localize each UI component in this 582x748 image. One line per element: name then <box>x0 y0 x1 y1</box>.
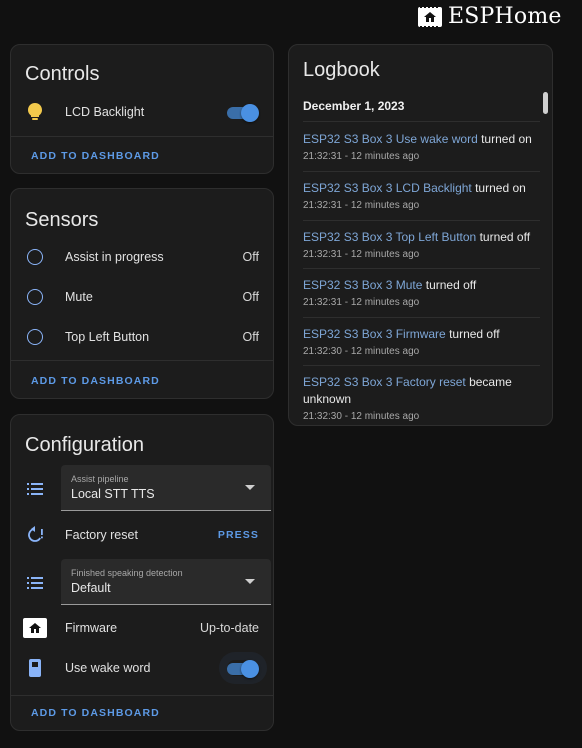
chevron-down-icon <box>245 579 255 584</box>
logbook-title: Logbook <box>303 59 380 81</box>
configuration-card: Configuration Assist pipeline Local STT … <box>10 414 274 731</box>
lcd-backlight-label: LCD Backlight <box>65 105 145 119</box>
logbook-entry: ESP32 S3 Box 3 Top Left Button turned of… <box>303 229 538 260</box>
finished-speaking-detection-select[interactable]: Finished speaking detection Default <box>61 559 271 605</box>
press-button[interactable]: PRESS <box>218 529 259 541</box>
firmware-label: Firmware <box>65 621 118 635</box>
sensor-row-assist-in-progress[interactable]: Assist in progress Off <box>11 237 273 277</box>
logbook-entry: ESP32 S3 Box 3 Firmware turned off 21:32… <box>303 326 538 357</box>
logbook-time: 21:32:30 - 12 minutes ago <box>303 346 420 357</box>
sensor-value: Off <box>242 250 259 264</box>
select-value: Local STT TTS <box>71 487 155 501</box>
logbook-entry: ESP32 S3 Box 3 Factory reset became unkn… <box>303 374 538 422</box>
logbook-scrollbar[interactable] <box>543 92 548 114</box>
controls-card: Controls LCD Backlight ADD TO DASHBOARD <box>10 44 274 174</box>
divider <box>303 268 540 269</box>
logbook-time: 21:32:31 - 12 minutes ago <box>303 200 420 211</box>
use-wake-word-label: Use wake word <box>65 661 151 675</box>
sensor-label: Top Left Button <box>65 330 150 344</box>
divider <box>303 317 540 318</box>
sensor-label: Assist in progress <box>65 250 164 264</box>
divider <box>11 695 273 696</box>
divider <box>303 171 540 172</box>
logbook-entry: ESP32 S3 Box 3 Use wake word turned on 2… <box>303 131 538 162</box>
divider <box>11 360 273 361</box>
chevron-down-icon <box>245 485 255 490</box>
logbook-entity-link[interactable]: ESP32 S3 Box 3 Firmware <box>303 327 446 341</box>
use-wake-word-row[interactable]: Use wake word <box>11 648 273 688</box>
logbook-time: 21:32:31 - 12 minutes ago <box>303 297 420 308</box>
factory-reset-row: Factory reset PRESS <box>11 515 273 555</box>
divider <box>303 365 540 366</box>
logbook-message: turned on <box>471 181 526 195</box>
divider <box>303 121 540 122</box>
use-wake-word-toggle[interactable] <box>227 660 259 678</box>
logbook-entity-link[interactable]: ESP32 S3 Box 3 Mute <box>303 278 422 292</box>
esphome-chip-icon <box>22 618 48 638</box>
divider <box>11 136 273 137</box>
sensors-card: Sensors Assist in progress Off Mute Off … <box>10 188 274 399</box>
logbook-entity-link[interactable]: ESP32 S3 Box 3 Top Left Button <box>303 230 476 244</box>
logbook-message: turned off <box>422 278 477 292</box>
sensor-row-top-left-button[interactable]: Top Left Button Off <box>11 317 273 357</box>
circle-outline-icon <box>25 287 45 307</box>
format-list-bulleted-icon <box>25 479 45 499</box>
assist-pipeline-select[interactable]: Assist pipeline Local STT TTS <box>61 465 271 511</box>
add-to-dashboard-button[interactable]: ADD TO DASHBOARD <box>31 375 160 387</box>
brand-name: ESPHome <box>448 4 562 29</box>
add-to-dashboard-button[interactable]: ADD TO DASHBOARD <box>31 707 160 719</box>
logbook-entity-link[interactable]: ESP32 S3 Box 3 Use wake word <box>303 132 478 146</box>
esphome-chip-icon <box>418 5 442 28</box>
select-label: Finished speaking detection <box>71 568 183 578</box>
logbook-entity-link[interactable]: ESP32 S3 Box 3 Factory reset <box>303 375 466 389</box>
logbook-message: turned off <box>445 327 500 341</box>
select-value: Default <box>71 581 111 595</box>
sensor-value: Off <box>242 330 259 344</box>
configuration-title: Configuration <box>25 434 144 456</box>
sensors-title: Sensors <box>25 209 99 231</box>
logbook-date: December 1, 2023 <box>303 99 405 113</box>
logbook-message: turned off <box>476 230 531 244</box>
logbook-message: turned on <box>477 132 532 146</box>
add-to-dashboard-button[interactable]: ADD TO DASHBOARD <box>31 150 160 162</box>
sensor-row-mute[interactable]: Mute Off <box>11 277 273 317</box>
logbook-entity-link[interactable]: ESP32 S3 Box 3 LCD Backlight <box>303 181 472 195</box>
lcd-backlight-toggle[interactable] <box>227 104 259 122</box>
esphome-brand: ESPHome <box>418 4 562 29</box>
lightbulb-icon <box>25 102 45 122</box>
firmware-row[interactable]: Firmware Up-to-date <box>11 608 273 648</box>
factory-reset-label: Factory reset <box>65 528 138 542</box>
divider <box>303 220 540 221</box>
circle-outline-icon <box>25 327 45 347</box>
logbook-card: Logbook December 1, 2023 ESP32 S3 Box 3 … <box>288 44 553 426</box>
logbook-time: 21:32:30 - 12 minutes ago <box>303 411 420 422</box>
logbook-time: 21:32:31 - 12 minutes ago <box>303 249 420 260</box>
circle-outline-icon <box>25 247 45 267</box>
logbook-entry: ESP32 S3 Box 3 Mute turned off 21:32:31 … <box>303 277 538 308</box>
restart-alert-icon <box>25 525 45 545</box>
sensor-label: Mute <box>65 290 93 304</box>
logbook-entry: ESP32 S3 Box 3 LCD Backlight turned on 2… <box>303 180 538 211</box>
cellphone-icon <box>25 658 45 678</box>
controls-title: Controls <box>25 63 100 85</box>
firmware-status: Up-to-date <box>199 621 259 635</box>
logbook-time: 21:32:31 - 12 minutes ago <box>303 151 420 162</box>
select-label: Assist pipeline <box>71 474 129 484</box>
lcd-backlight-row[interactable]: LCD Backlight <box>11 92 273 132</box>
sensor-value: Off <box>242 290 259 304</box>
format-list-bulleted-icon <box>25 573 45 593</box>
